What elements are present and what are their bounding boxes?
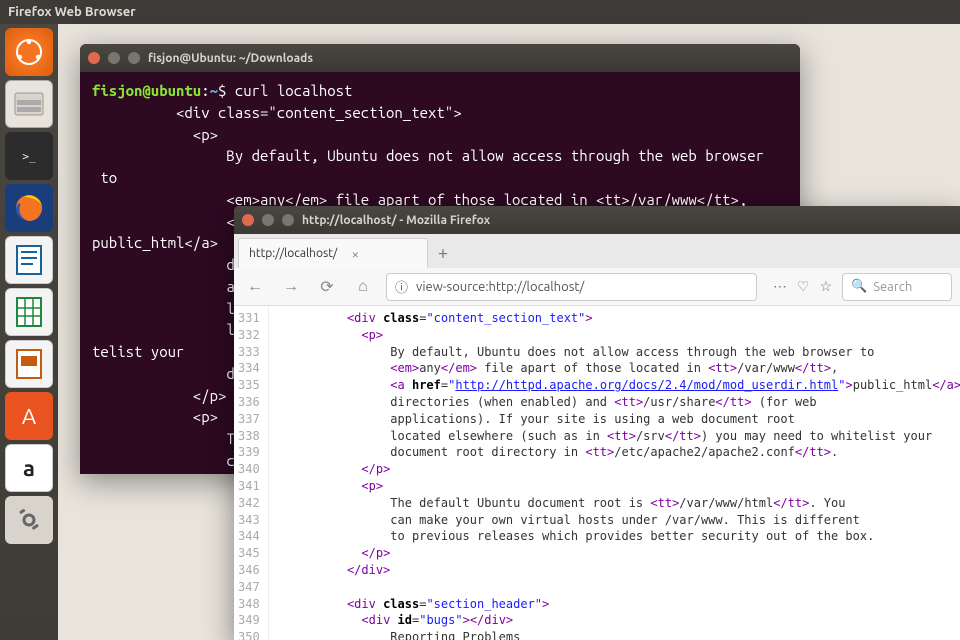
close-icon[interactable] [242,214,254,226]
view-source-content[interactable]: 331 332 333 334 335 336 337 338 339 340 … [234,306,960,640]
tab-label: http://localhost/ [249,247,337,260]
minimize-icon[interactable] [262,214,274,226]
bookmark-icon[interactable]: ☆ [819,278,832,295]
line-number-gutter: 331 332 333 334 335 336 337 338 339 340 … [234,306,269,640]
unity-launcher: >_ A a [0,24,58,640]
firefox-icon[interactable] [5,184,53,232]
settings-icon[interactable] [5,496,53,544]
tab-localhost[interactable]: http://localhost/ × [238,238,428,268]
maximize-icon[interactable] [128,52,140,64]
impress-icon[interactable] [5,340,53,388]
more-icon[interactable]: ⋯ [773,278,787,295]
shield-icon[interactable]: ♡ [797,278,810,295]
maximize-icon[interactable] [282,214,294,226]
search-placeholder: Search [873,280,912,294]
terminal-titlebar[interactable]: fisjon@Ubuntu: ~/Downloads [80,44,800,72]
search-icon: 🔍 [851,279,867,294]
reload-button[interactable]: ⟳ [314,274,340,300]
amazon-icon[interactable]: a [5,444,53,492]
new-tab-button[interactable]: + [428,238,458,268]
back-button[interactable]: ← [242,274,268,300]
terminal-command: curl localhost [235,82,353,99]
tab-close-icon[interactable]: × [351,246,359,262]
firefox-title: http://localhost/ - Mozilla Firefox [302,214,490,227]
tab-strip: http://localhost/ × + [234,234,960,268]
nav-toolbar: ← → ⟳ ⌂ ⓘ view-source:http://localhost/ … [234,268,960,306]
source-code: <div class="content_section_text"> <p> B… [269,306,960,640]
page-actions: ⋯ ♡ ☆ [773,278,832,295]
terminal-icon[interactable]: >_ [5,132,53,180]
software-icon[interactable]: A [5,392,53,440]
calc-icon[interactable] [5,288,53,336]
global-menu-bar: Firefox Web Browser [0,0,960,24]
dash-icon[interactable] [5,28,53,76]
close-icon[interactable] [88,52,100,64]
forward-button[interactable]: → [278,274,304,300]
firefox-titlebar[interactable]: http://localhost/ - Mozilla Firefox [234,206,960,234]
firefox-window[interactable]: http://localhost/ - Mozilla Firefox http… [234,206,960,640]
info-icon[interactable]: ⓘ [395,277,408,296]
search-bar[interactable]: 🔍 Search [842,273,952,301]
files-icon[interactable] [5,80,53,128]
home-button[interactable]: ⌂ [350,274,376,300]
minimize-icon[interactable] [108,52,120,64]
terminal-title: fisjon@Ubuntu: ~/Downloads [148,52,313,65]
url-text: view-source:http://localhost/ [416,280,584,294]
url-bar[interactable]: ⓘ view-source:http://localhost/ [386,273,757,301]
writer-icon[interactable] [5,236,53,284]
active-app-title: Firefox Web Browser [8,5,136,19]
